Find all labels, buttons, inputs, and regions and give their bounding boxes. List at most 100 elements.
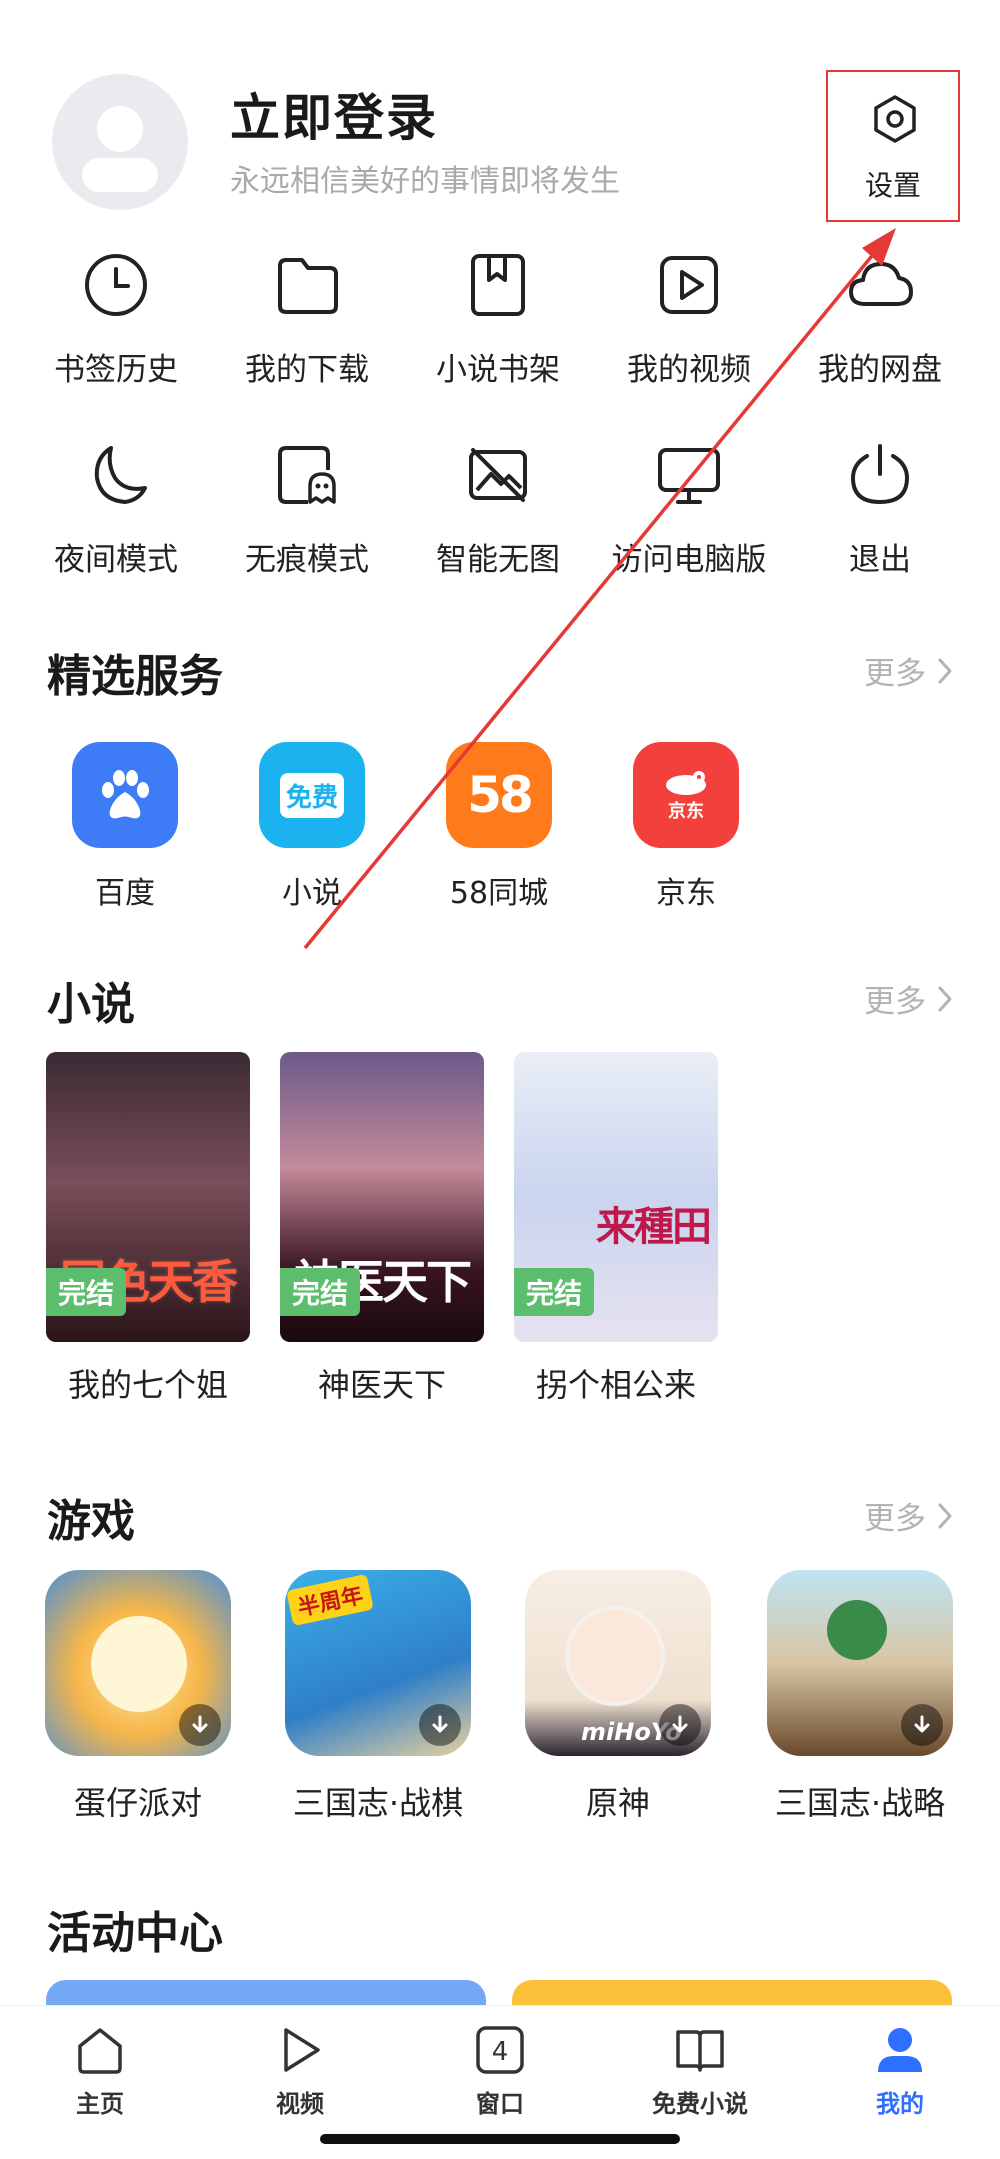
power-icon [850,444,910,505]
quick-item-label: 书签历史 [54,352,178,388]
game-card[interactable]: miHoYo 原神 [498,1570,738,1824]
moon-icon [94,446,147,504]
more-label: 更多 [864,1501,926,1537]
paimon-character [565,1606,665,1706]
games-row: 蛋仔派对 半周年 三国志·战棋 miHoYo 原神 三国志·战略 [0,1570,1000,1822]
download-icon[interactable] [659,1704,701,1746]
quick-item-downloads[interactable]: 我的下载 [212,250,402,389]
nav-label: 我的 [876,2090,924,2118]
folder-icon [278,258,338,314]
nav-me[interactable]: 我的 [800,2024,1000,2119]
service-58[interactable]: 58 58同城 [429,742,569,912]
novel-cover: 神医天下 完结 [280,1052,484,1342]
status-badge: 完结 [46,1268,127,1316]
novels-row: 国色天香 完结 我的七个姐 神医天下 完结 神医天下 来種田 完结 拐个相公来 [0,1052,1000,1412]
nav-home[interactable]: 主页 [0,2024,200,2119]
home-icon [78,2028,122,2074]
quick-item-label: 小说书架 [436,352,560,388]
cloud-icon [849,262,913,306]
quick-row-1: 书签历史 我的下载 小说书架 我的视频 我的网盘 [0,250,1000,440]
quick-item-label: 智能无图 [436,542,560,578]
download-icon[interactable] [901,1704,943,1746]
service-baidu[interactable]: 百度 [55,742,195,912]
novel-cover: 来種田 完结 [514,1052,718,1342]
game-title: 蛋仔派对 [73,1784,202,1822]
quick-item-label: 我的视频 [627,352,751,388]
service-label: 京东 [656,876,716,911]
quick-item-history[interactable]: 书签历史 [21,250,211,389]
desktop-icon [658,448,720,504]
more-label: 更多 [864,984,926,1020]
settings-button[interactable]: 设置 [826,70,960,222]
game-card[interactable]: 蛋仔派对 [18,1570,258,1824]
nav-label: 视频 [276,2090,324,2118]
quick-item-cloud[interactable]: 我的网盘 [785,250,975,389]
game-card[interactable]: 半周年 三国志·战棋 [258,1570,498,1824]
avatar-head [97,106,143,152]
quick-item-videos[interactable]: 我的视频 [594,250,784,389]
game-title: 三国志·战棋 [292,1784,464,1822]
quick-row-2: 夜间模式 无痕模式 智能无图 访问电脑版 退出 [0,440,1000,630]
services-more-link[interactable]: 更多 [864,648,954,693]
download-icon[interactable] [419,1704,461,1746]
58-tile-text: 58 [467,766,534,824]
quick-item-bookshelf[interactable]: 小说书架 [403,250,593,389]
quick-item-night-mode[interactable]: 夜间模式 [21,440,211,579]
status-badge: 完结 [280,1268,361,1316]
profile-header: 立即登录 永远相信美好的事情即将发生 设置 [0,0,1000,230]
game-icon: miHoYo [525,1570,711,1756]
novels-title: 小说 [47,979,135,1030]
nav-free-novel[interactable]: 免费小说 [600,2024,800,2119]
chevron-right-icon [938,986,952,1011]
service-novel[interactable]: 免费 小说 [242,742,382,912]
tabs-count-icon: 4 [476,2026,524,2074]
quick-item-label: 我的下载 [245,352,369,388]
quick-item-incognito[interactable]: 无痕模式 [212,440,402,579]
free-novel-tile-text: 免费 [279,772,344,818]
login-button[interactable]: 立即登录 [230,78,438,150]
quick-item-exit[interactable]: 退出 [785,440,975,579]
nav-label: 免费小说 [652,2090,748,2118]
game-card[interactable]: 三国志·战略 [740,1570,980,1824]
avatar[interactable] [52,74,188,210]
activity-title: 活动中心 [47,1908,223,1959]
novel-title: 拐个相公来 [535,1366,696,1404]
nav-label: 窗口 [476,2090,524,2118]
login-subtitle: 永远相信美好的事情即将发生 [230,164,620,199]
services-row: 百度 免费 小说 58 58同城 京东 京东 [0,742,1000,922]
game-title: 三国志·战略 [774,1784,946,1822]
clock-icon [85,254,147,316]
download-icon[interactable] [179,1704,221,1746]
novel-card[interactable]: 神医天下 完结 神医天下 [280,1052,484,1406]
eggy-character [91,1616,187,1712]
general-character [827,1600,887,1660]
novels-more-link[interactable]: 更多 [864,976,954,1021]
jd-dog-icon: 京东 [633,742,739,848]
gear-icon [874,95,916,143]
games-more-link[interactable]: 更多 [864,1493,954,1538]
novel-cover: 国色天香 完结 [46,1052,250,1342]
bottom-navigation: 主页 视频 4 窗口 免费小说 我的 [0,2005,1000,2159]
no-image-icon [469,448,527,502]
nav-tabs[interactable]: 4 窗口 [400,2024,600,2119]
play-icon [284,2028,320,2072]
quick-item-label: 夜间模式 [54,542,178,578]
quick-actions-grid: 书签历史 我的下载 小说书架 我的视频 我的网盘 夜间模式 无痕模式 智能无图 … [0,250,1000,630]
nav-video[interactable]: 视频 [200,2024,400,2119]
home-indicator [320,2134,680,2144]
novel-card[interactable]: 国色天香 完结 我的七个姐 [46,1052,250,1406]
free-novel-icon: 免费 [259,742,365,848]
quick-item-label: 退出 [849,542,911,578]
user-icon [878,2028,922,2072]
novel-card[interactable]: 来種田 完结 拐个相公来 [514,1052,718,1406]
settings-label: 设置 [864,169,921,202]
novel-title: 我的七个姐 [67,1366,228,1404]
quick-item-no-image[interactable]: 智能无图 [403,440,593,579]
chevron-right-icon [938,658,952,683]
ghost-icon [278,446,336,504]
quick-item-label: 访问电脑版 [611,542,767,578]
quick-item-desktop[interactable]: 访问电脑版 [594,440,784,579]
bookmark-book-icon [471,254,525,316]
game-icon [767,1570,953,1756]
service-jd[interactable]: 京东 京东 [616,742,756,912]
